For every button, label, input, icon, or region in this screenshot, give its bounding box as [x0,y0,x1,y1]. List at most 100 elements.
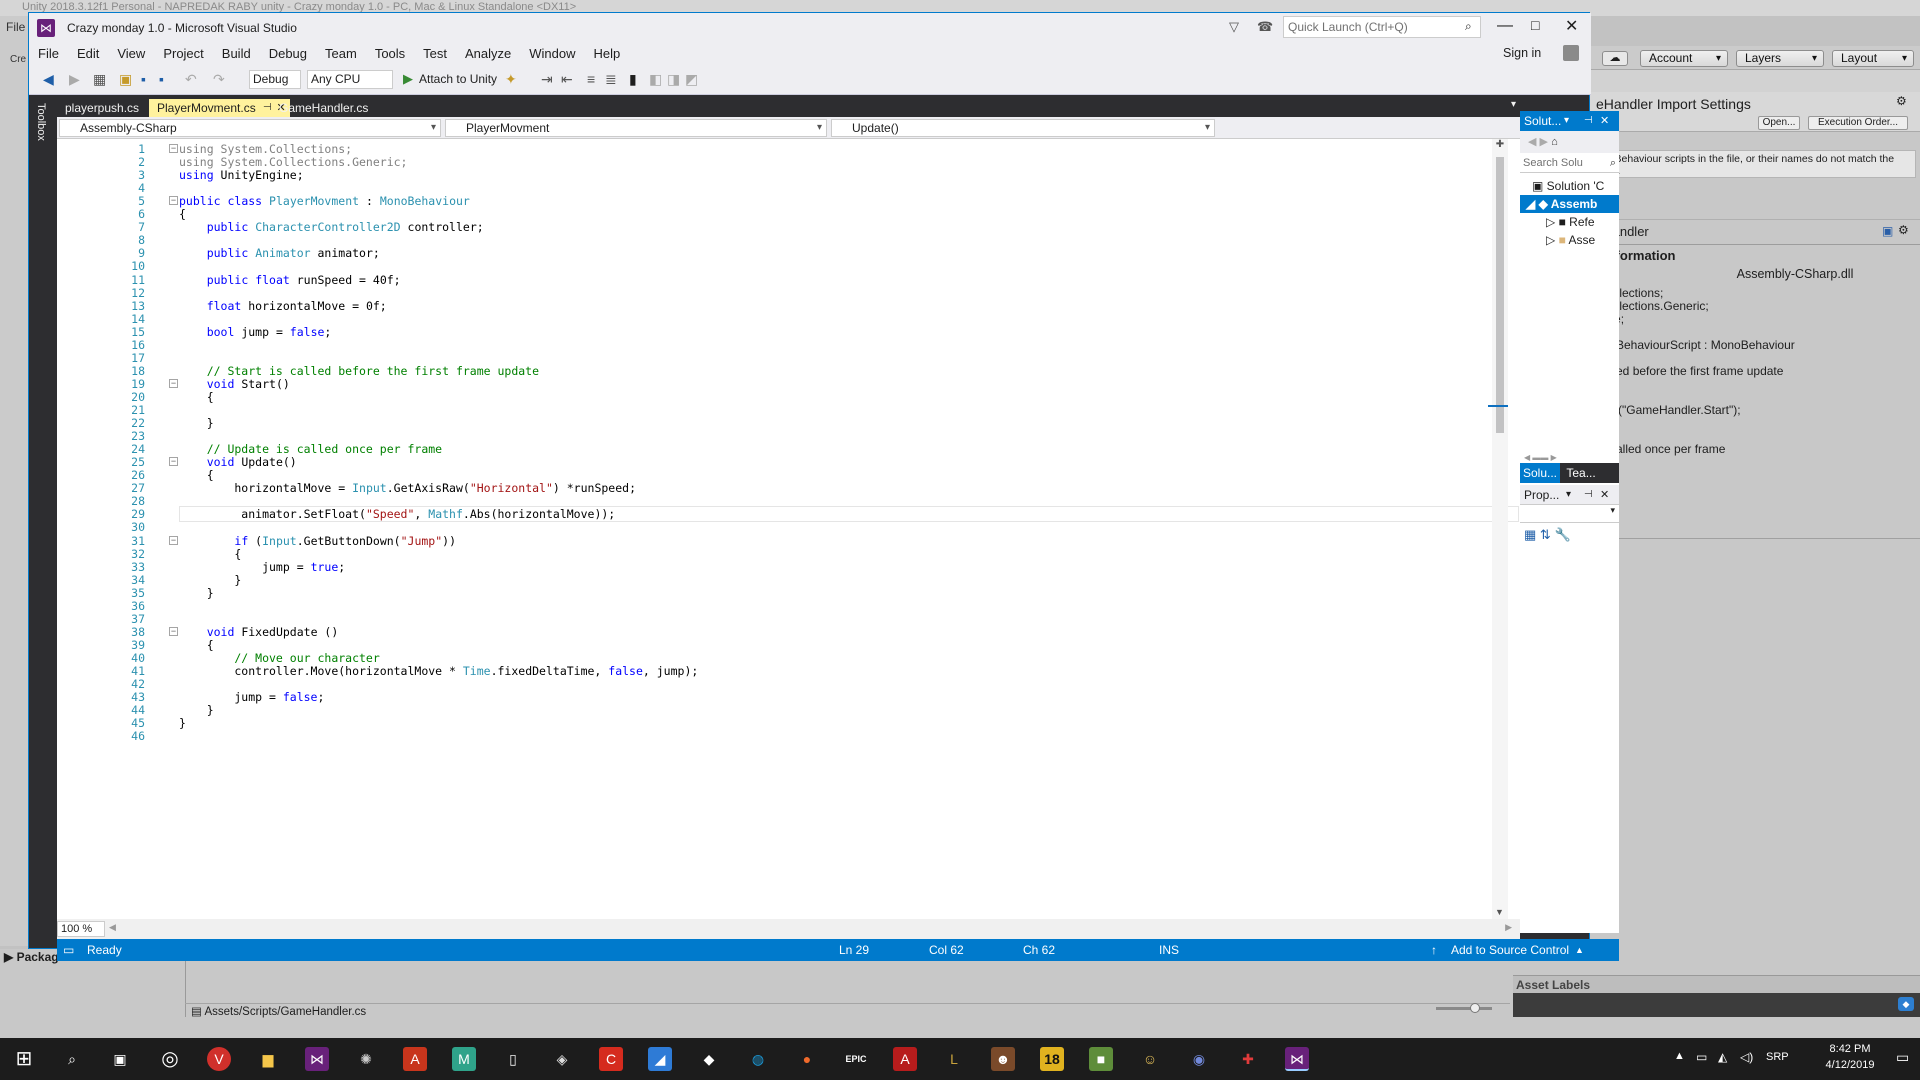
code-line[interactable]: horizontalMove = Input.GetAxisRaw("Horiz… [179,480,636,496]
expand-arrow-icon[interactable]: ▷ [1546,233,1559,247]
game-icon-3[interactable]: ✚ [1236,1047,1260,1071]
code-line[interactable] [179,728,186,744]
chevron-up-icon[interactable]: ▲ [1575,939,1584,961]
redo-icon[interactable]: ↷ [213,71,225,88]
categorized-icon[interactable]: ▦ [1524,527,1536,542]
forward-icon[interactable]: ▶ [69,71,80,88]
code-line[interactable]: using UnityEngine; [179,167,304,183]
menu-tools[interactable]: Tools [366,43,414,65]
member-nav-dropdown[interactable]: Update() [831,119,1215,137]
code-line[interactable]: public Animator animator; [179,245,380,261]
project-nav-dropdown[interactable]: Assembly-CSharp [59,119,441,137]
bookmark-clear-icon[interactable]: ◩ [685,71,698,88]
expand-arrow-icon[interactable]: ▶ [4,950,17,964]
visual-studio-active-icon[interactable]: ⋈ [1285,1047,1309,1071]
search-icon[interactable]: ⌕ [1465,19,1472,34]
tree-assembly[interactable]: ◢ ◆ Assemb [1520,195,1619,213]
menu-file[interactable]: File [29,43,68,65]
toolbox-tab[interactable]: Toolbox [35,103,47,141]
solution-search-icon[interactable]: ⌕ [1610,153,1616,173]
sign-in-link[interactable]: Sign in [1503,46,1541,60]
cloud-icon[interactable]: ☁ [1602,51,1628,66]
attach-to-unity-button[interactable]: Attach to Unity [419,72,497,86]
solution-hscroll[interactable]: ◀ ▬▬ ▶ [1524,453,1614,463]
sol-forward-icon[interactable]: ▶ [1540,136,1548,148]
code-line[interactable]: animator.SetFloat("Speed", Mathf.Abs(hor… [179,506,615,522]
tab-solution[interactable]: Solu... [1520,463,1561,483]
collapse-outline-icon[interactable]: − [169,535,178,545]
zoom-dropdown[interactable]: 100 % [57,921,105,937]
output-icon[interactable]: ▭ [63,939,74,961]
menu-edit[interactable]: Edit [68,43,108,65]
sol-back-icon[interactable]: ◀ [1528,136,1536,148]
app-icon-2[interactable]: ◢ [648,1047,672,1071]
steam-icon[interactable]: ◍ [746,1047,770,1071]
settings-gear-icon-2[interactable]: ⚙ [1898,223,1909,237]
league-icon[interactable]: L [942,1047,966,1071]
bookmark-icon[interactable]: ▮ [629,71,637,88]
unity-editor-icon[interactable]: ◆ [697,1047,721,1071]
zoom-slider[interactable] [1436,1007,1492,1010]
filter-icon[interactable]: ▽ [1229,19,1239,35]
split-editor-icon[interactable]: ✚ [1492,139,1508,153]
game-icon-2[interactable]: ☺ [1138,1047,1162,1071]
editor-vertical-scrollbar[interactable]: ✚ ▼ [1488,139,1508,919]
file-explorer-icon[interactable]: ▆ [256,1047,280,1071]
menu-debug[interactable]: Debug [260,43,316,65]
code-line[interactable]: controller.Move(horizontalMove * Time.fi… [179,663,698,679]
find-icon[interactable]: ✦ [505,71,517,88]
close-button[interactable]: ✕ [1565,16,1578,36]
discord-icon[interactable]: ◉ [1187,1047,1211,1071]
layout-dropdown[interactable]: Layout [1832,50,1914,67]
account-dropdown[interactable]: Account [1640,50,1728,67]
visual-studio-icon[interactable]: ⋈ [305,1047,329,1071]
windows-start-icon[interactable]: ⊞ [12,1047,36,1071]
platform-dropdown[interactable]: Any CPU [307,70,393,89]
configuration-dropdown[interactable]: Debug [249,70,301,89]
unity-file-menu[interactable]: File [0,16,28,34]
wrench-icon[interactable]: 🔧 [1554,527,1570,542]
bookmark-prev-icon[interactable]: ◧ [649,71,662,88]
menu-project[interactable]: Project [154,43,212,65]
tree-references[interactable]: ▷ ■ Refe [1520,213,1619,231]
vivaldi-icon[interactable]: V [207,1047,231,1071]
code-line[interactable]: bool jump = false; [179,324,332,340]
properties-object-dropdown[interactable]: ▾ [1520,505,1619,523]
tab-gamehandler[interactable]: GameHandler.cs [271,99,376,117]
tree-assets[interactable]: ▷ ■ Asse [1520,231,1619,249]
collapse-outline-icon[interactable]: − [169,144,178,153]
menu-build[interactable]: Build [213,43,260,65]
unity-create-label[interactable]: Cre [0,34,28,65]
scroll-right-icon[interactable]: ▶ [1505,922,1512,933]
document-icon[interactable]: ▯ [501,1047,525,1071]
upload-arrow-icon[interactable]: ↑ [1431,939,1437,961]
quick-launch-input[interactable]: Quick Launch (Ctrl+Q) [1283,16,1481,38]
tab-overflow-icon[interactable]: ▾ [1511,99,1516,110]
adobe-icon[interactable]: A [403,1047,427,1071]
scrollbar-thumb[interactable] [1496,157,1504,433]
minecraft-icon[interactable]: ■ [1089,1047,1113,1071]
scroll-left-icon[interactable]: ◀ [109,922,116,933]
collapse-outline-icon[interactable]: − [169,626,178,636]
clock-time[interactable]: 8:42 PM [1816,1043,1884,1055]
class-nav-dropdown[interactable]: PlayerMovment [445,119,827,137]
zoom-slider-thumb[interactable] [1470,1003,1480,1013]
panel-pin-icon[interactable]: ⊣ [1584,485,1593,505]
code-line[interactable]: public float runSpeed = 40f; [179,272,401,288]
solution-search-input[interactable]: Search Solu ⌕ [1520,153,1619,173]
code-line[interactable]: public CharacterController2D controller; [179,219,484,235]
game-icon-1[interactable]: ☻ [991,1047,1015,1071]
collapse-outline-icon[interactable]: − [169,378,178,388]
collapse-outline-icon[interactable]: − [169,196,178,206]
collapse-outline-icon[interactable]: − [169,457,178,467]
open-file-icon[interactable]: ▣ [119,71,132,88]
expand-arrow-icon[interactable]: ▷ [1546,215,1559,229]
collapse-arrow-icon[interactable]: ◢ [1526,197,1539,211]
add-to-source-control[interactable]: Add to Source Control [1451,939,1569,961]
undo-icon[interactable]: ↶ [185,71,197,88]
epic-games-icon[interactable]: EPIC [844,1047,868,1071]
unity-hub-icon[interactable]: ◎ [158,1047,182,1071]
feedback-icon[interactable]: ☎ [1257,19,1273,35]
menu-window[interactable]: Window [520,43,584,65]
code-line[interactable]: public class PlayerMovment : MonoBehavio… [179,193,470,209]
